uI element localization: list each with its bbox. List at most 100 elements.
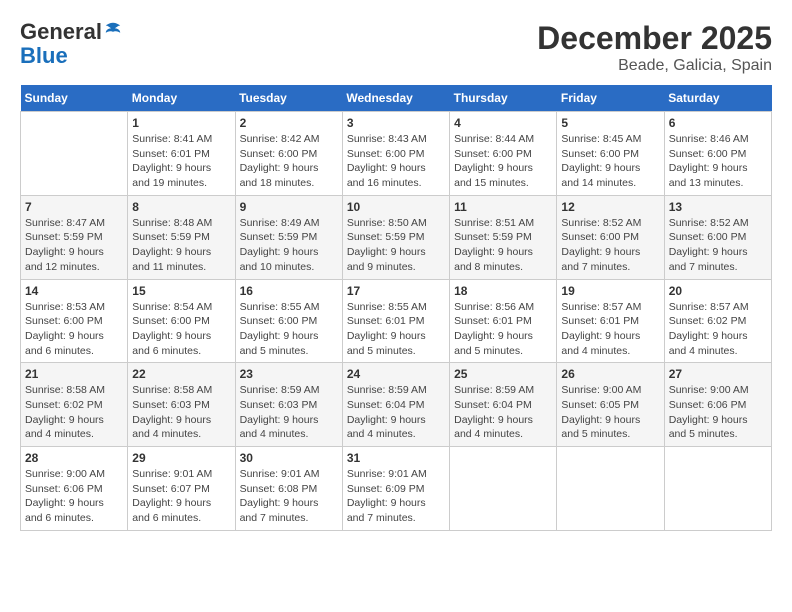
calendar-cell: 23Sunrise: 8:59 AMSunset: 6:03 PMDayligh… <box>235 363 342 447</box>
logo-text: General Blue <box>20 20 122 68</box>
weekday-header-row: SundayMondayTuesdayWednesdayThursdayFrid… <box>21 85 772 112</box>
calendar-cell: 24Sunrise: 8:59 AMSunset: 6:04 PMDayligh… <box>342 363 449 447</box>
weekday-header-friday: Friday <box>557 85 664 112</box>
day-info: Sunrise: 8:55 AMSunset: 6:00 PMDaylight:… <box>240 300 338 359</box>
calendar-cell <box>557 447 664 531</box>
day-info: Sunrise: 8:44 AMSunset: 6:00 PMDaylight:… <box>454 132 552 191</box>
day-number: 19 <box>561 284 659 298</box>
month-year-title: December 2025 <box>537 20 772 57</box>
day-info: Sunrise: 8:41 AMSunset: 6:01 PMDaylight:… <box>132 132 230 191</box>
calendar-week-row: 7Sunrise: 8:47 AMSunset: 5:59 PMDaylight… <box>21 195 772 279</box>
weekday-header-saturday: Saturday <box>664 85 771 112</box>
day-number: 12 <box>561 200 659 214</box>
day-number: 26 <box>561 367 659 381</box>
calendar-cell: 6Sunrise: 8:46 AMSunset: 6:00 PMDaylight… <box>664 112 771 196</box>
day-number: 14 <box>25 284 123 298</box>
day-number: 20 <box>669 284 767 298</box>
day-info: Sunrise: 8:49 AMSunset: 5:59 PMDaylight:… <box>240 216 338 275</box>
calendar-cell: 27Sunrise: 9:00 AMSunset: 6:06 PMDayligh… <box>664 363 771 447</box>
day-number: 15 <box>132 284 230 298</box>
calendar-cell: 26 Sunrise: 9:00 AMSunset: 6:05 PMDayligh… <box>557 363 664 447</box>
day-number: 3 <box>347 116 445 130</box>
day-info: Sunrise: 8:58 AMSunset: 6:03 PMDaylight:… <box>132 383 230 442</box>
day-info: Sunrise: 9:01 AMSunset: 6:08 PMDaylight:… <box>240 467 338 526</box>
weekday-header-sunday: Sunday <box>21 85 128 112</box>
day-number: 13 <box>669 200 767 214</box>
day-info: Sunrise: 9:01 AMSunset: 6:07 PMDaylight:… <box>132 467 230 526</box>
calendar-table: SundayMondayTuesdayWednesdayThursdayFrid… <box>20 85 772 531</box>
day-info: Sunrise: 8:59 AMSunset: 6:04 PMDaylight:… <box>347 383 445 442</box>
day-info: Sunrise: 8:53 AMSunset: 6:00 PMDaylight:… <box>25 300 123 359</box>
day-info: Sunrise: 8:45 AMSunset: 6:00 PMDaylight:… <box>561 132 659 191</box>
day-number: 6 <box>669 116 767 130</box>
calendar-cell: 20 Sunrise: 8:57 AMSunset: 6:02 PMDayligh… <box>664 279 771 363</box>
day-info: Sunrise: 8:56 AMSunset: 6:01 PMDaylight:… <box>454 300 552 359</box>
calendar-cell: 5 Sunrise: 8:45 AMSunset: 6:00 PMDaylight… <box>557 112 664 196</box>
day-info: Sunrise: 9:00 AMSunset: 6:05 PMDaylight:… <box>561 383 659 442</box>
day-info: Sunrise: 8:50 AMSunset: 5:59 PMDaylight:… <box>347 216 445 275</box>
calendar-cell: 18Sunrise: 8:56 AMSunset: 6:01 PMDayligh… <box>450 279 557 363</box>
day-info: Sunrise: 8:57 AMSunset: 6:02 PMDaylight:… <box>669 300 767 359</box>
calendar-cell: 11Sunrise: 8:51 AMSunset: 5:59 PMDayligh… <box>450 195 557 279</box>
page-header: General Blue December 2025 Beade, Galici… <box>20 20 772 75</box>
day-info: Sunrise: 8:58 AMSunset: 6:02 PMDaylight:… <box>25 383 123 442</box>
day-number: 21 <box>25 367 123 381</box>
calendar-week-row: 14 Sunrise: 8:53 AMSunset: 6:00 PMDayligh… <box>21 279 772 363</box>
calendar-week-row: 1 Sunrise: 8:41 AMSunset: 6:01 PMDaylight… <box>21 112 772 196</box>
calendar-cell: 25Sunrise: 8:59 AMSunset: 6:04 PMDayligh… <box>450 363 557 447</box>
day-info: Sunrise: 8:59 AMSunset: 6:04 PMDaylight:… <box>454 383 552 442</box>
day-info: Sunrise: 8:51 AMSunset: 5:59 PMDaylight:… <box>454 216 552 275</box>
calendar-cell: 21 Sunrise: 8:58 AMSunset: 6:02 PMDayligh… <box>21 363 128 447</box>
day-info: Sunrise: 9:01 AMSunset: 6:09 PMDaylight:… <box>347 467 445 526</box>
day-number: 2 <box>240 116 338 130</box>
logo-bird-icon <box>104 21 122 39</box>
weekday-header-tuesday: Tuesday <box>235 85 342 112</box>
calendar-cell: 16Sunrise: 8:55 AMSunset: 6:00 PMDayligh… <box>235 279 342 363</box>
day-number: 5 <box>561 116 659 130</box>
day-number: 30 <box>240 451 338 465</box>
calendar-cell: 13Sunrise: 8:52 AMSunset: 6:00 PMDayligh… <box>664 195 771 279</box>
logo: General Blue <box>20 20 122 68</box>
day-info: Sunrise: 8:54 AMSunset: 6:00 PMDaylight:… <box>132 300 230 359</box>
calendar-week-row: 21 Sunrise: 8:58 AMSunset: 6:02 PMDayligh… <box>21 363 772 447</box>
day-number: 22 <box>132 367 230 381</box>
day-number: 9 <box>240 200 338 214</box>
calendar-cell: 29 Sunrise: 9:01 AMSunset: 6:07 PMDayligh… <box>128 447 235 531</box>
day-number: 29 <box>132 451 230 465</box>
day-info: Sunrise: 9:00 AMSunset: 6:06 PMDaylight:… <box>669 383 767 442</box>
calendar-cell: 9 Sunrise: 8:49 AMSunset: 5:59 PMDaylight… <box>235 195 342 279</box>
day-info: Sunrise: 8:42 AMSunset: 6:00 PMDaylight:… <box>240 132 338 191</box>
day-info: Sunrise: 8:59 AMSunset: 6:03 PMDaylight:… <box>240 383 338 442</box>
calendar-cell: 7Sunrise: 8:47 AMSunset: 5:59 PMDaylight… <box>21 195 128 279</box>
calendar-cell <box>21 112 128 196</box>
calendar-cell <box>664 447 771 531</box>
day-info: Sunrise: 8:57 AMSunset: 6:01 PMDaylight:… <box>561 300 659 359</box>
weekday-header-monday: Monday <box>128 85 235 112</box>
calendar-week-row: 28Sunrise: 9:00 AMSunset: 6:06 PMDayligh… <box>21 447 772 531</box>
calendar-cell: 17 Sunrise: 8:55 AMSunset: 6:01 PMDayligh… <box>342 279 449 363</box>
day-number: 17 <box>347 284 445 298</box>
calendar-cell <box>450 447 557 531</box>
calendar-cell: 10 Sunrise: 8:50 AMSunset: 5:59 PMDayligh… <box>342 195 449 279</box>
day-number: 1 <box>132 116 230 130</box>
calendar-cell: 19 Sunrise: 8:57 AMSunset: 6:01 PMDayligh… <box>557 279 664 363</box>
day-number: 8 <box>132 200 230 214</box>
day-number: 10 <box>347 200 445 214</box>
calendar-cell: 28Sunrise: 9:00 AMSunset: 6:06 PMDayligh… <box>21 447 128 531</box>
logo-blue: Blue <box>20 43 68 68</box>
day-info: Sunrise: 8:47 AMSunset: 5:59 PMDaylight:… <box>25 216 123 275</box>
calendar-cell: 15 Sunrise: 8:54 AMSunset: 6:00 PMDayligh… <box>128 279 235 363</box>
day-info: Sunrise: 8:55 AMSunset: 6:01 PMDaylight:… <box>347 300 445 359</box>
calendar-cell: 4Sunrise: 8:44 AMSunset: 6:00 PMDaylight… <box>450 112 557 196</box>
calendar-cell: 8Sunrise: 8:48 AMSunset: 5:59 PMDaylight… <box>128 195 235 279</box>
day-info: Sunrise: 8:52 AMSunset: 6:00 PMDaylight:… <box>561 216 659 275</box>
calendar-cell: 31Sunrise: 9:01 AMSunset: 6:09 PMDayligh… <box>342 447 449 531</box>
calendar-cell: 3 Sunrise: 8:43 AMSunset: 6:00 PMDaylight… <box>342 112 449 196</box>
weekday-header-wednesday: Wednesday <box>342 85 449 112</box>
calendar-cell: 22 Sunrise: 8:58 AMSunset: 6:03 PMDayligh… <box>128 363 235 447</box>
calendar-cell: 2 Sunrise: 8:42 AMSunset: 6:00 PMDaylight… <box>235 112 342 196</box>
calendar-cell: 14 Sunrise: 8:53 AMSunset: 6:00 PMDayligh… <box>21 279 128 363</box>
location-subtitle: Beade, Galicia, Spain <box>537 57 772 75</box>
calendar-cell: 12 Sunrise: 8:52 AMSunset: 6:00 PMDayligh… <box>557 195 664 279</box>
day-info: Sunrise: 8:43 AMSunset: 6:00 PMDaylight:… <box>347 132 445 191</box>
